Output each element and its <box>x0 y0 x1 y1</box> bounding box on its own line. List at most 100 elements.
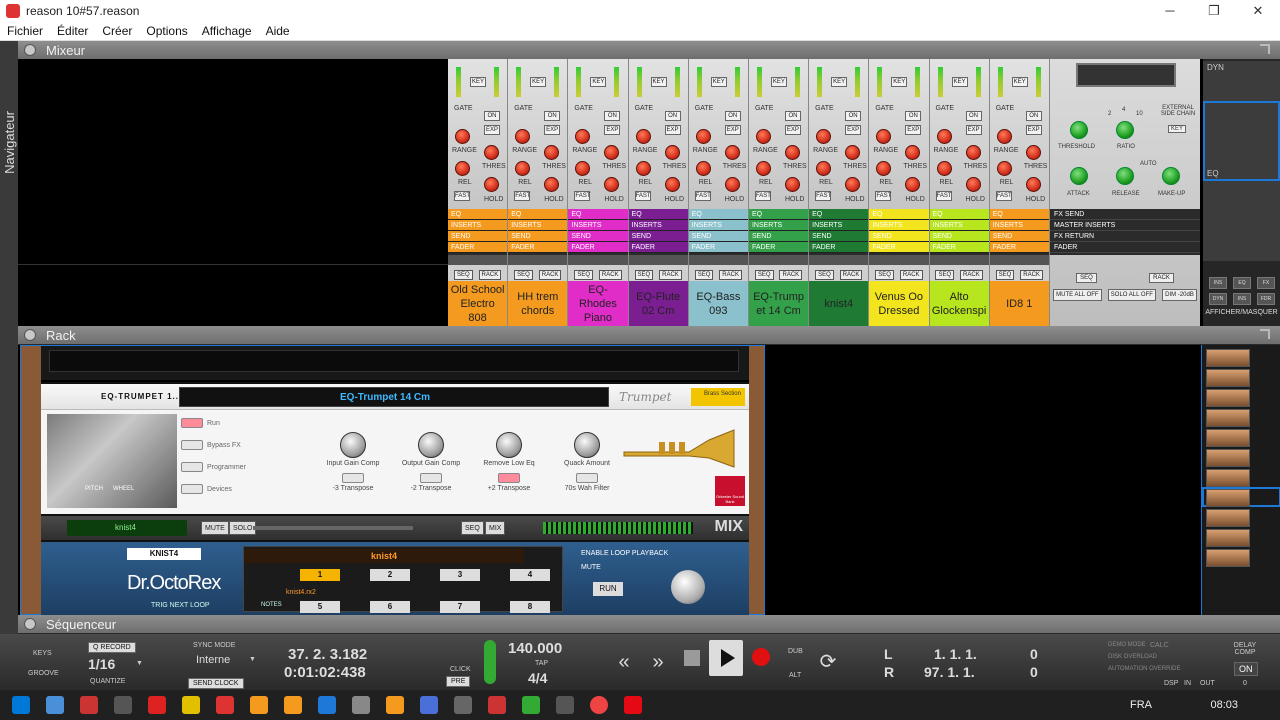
record-button[interactable] <box>752 648 770 666</box>
fader-row[interactable]: FADER <box>688 242 748 253</box>
channel-name-label[interactable]: Old School Electro 808 <box>448 281 508 326</box>
channel-seq-button[interactable]: SEQ <box>995 270 1015 280</box>
eq-row[interactable]: EQ <box>748 209 809 220</box>
range-knob[interactable] <box>635 129 651 144</box>
channel-rack-button[interactable]: RACK <box>478 270 502 280</box>
send-row[interactable]: SEND <box>929 231 989 242</box>
trig-next-loop-label[interactable]: TRIG NEXT LOOP <box>151 602 210 609</box>
inserts-row[interactable]: INSERTS <box>869 220 929 231</box>
mixer-header[interactable]: Mixeur <box>18 41 1280 59</box>
fast-button[interactable]: FAST <box>634 191 651 201</box>
range-knob[interactable] <box>755 129 771 144</box>
loop-slot-7[interactable]: 7 <box>440 601 480 613</box>
hold-knob[interactable] <box>544 177 560 192</box>
threshold-knob[interactable] <box>1070 121 1088 139</box>
macro-input-gain[interactable]: Input Gain Comp -3 Transpose <box>313 432 393 492</box>
gate-exp-button[interactable]: EXP <box>965 125 982 135</box>
send-row[interactable]: SEND <box>568 231 628 242</box>
fast-button[interactable]: FAST <box>454 191 470 201</box>
dim-button[interactable]: DIM -20dB <box>1162 289 1197 301</box>
input-gain-knob[interactable] <box>340 432 366 458</box>
rack-thumbnail[interactable] <box>1206 449 1250 467</box>
fast-button[interactable]: FAST <box>995 191 1012 201</box>
send-row[interactable]: SEND <box>809 231 869 242</box>
thres-knob[interactable] <box>724 145 740 160</box>
loop-slot-5[interactable]: 5 <box>300 601 340 613</box>
hold-knob[interactable] <box>1025 177 1041 192</box>
gate-on-button[interactable]: ON <box>905 111 922 121</box>
channel-seq-button[interactable]: SEQ <box>514 270 533 280</box>
fader-row[interactable]: FADER <box>628 242 688 253</box>
gate-on-button[interactable]: ON <box>784 111 801 121</box>
fader-row[interactable]: FADER <box>869 242 929 253</box>
channel-fader[interactable] <box>929 255 989 265</box>
chrome-icon[interactable] <box>590 696 608 714</box>
rack-thumbnail[interactable] <box>1206 549 1250 567</box>
reason-taskbar-icon[interactable] <box>250 696 268 714</box>
channel-name-label[interactable]: EQ-Bass 093 <box>688 281 748 326</box>
windows-start-icon[interactable] <box>12 696 30 714</box>
macro-quack-amount[interactable]: Quack Amount 70s Wah Filter <box>547 432 627 492</box>
rack-thumbnail[interactable] <box>1206 409 1250 427</box>
master-fader-row[interactable]: FADER <box>1050 242 1200 253</box>
hold-knob[interactable] <box>905 177 921 192</box>
transpose-minus3-button[interactable] <box>342 473 364 483</box>
loop-slot-6[interactable]: 6 <box>370 601 410 613</box>
key-button[interactable]: KEY <box>650 77 667 87</box>
mix-level-fader[interactable] <box>253 526 413 530</box>
fader-row[interactable]: FADER <box>748 242 809 253</box>
ratio-knob[interactable] <box>1116 121 1134 139</box>
gate-on-button[interactable]: ON <box>1025 111 1042 121</box>
mixer-navigator[interactable]: DYN EQ INS EQ FX DYN INS FDR AFFICHER/MA… <box>1203 59 1280 326</box>
inserts-row[interactable]: INSERTS <box>508 220 568 231</box>
octorex-mute[interactable]: MUTE <box>581 564 601 571</box>
octorex-patch-name[interactable]: knist4 <box>244 549 524 563</box>
rack-thumbnail[interactable] <box>1206 529 1250 547</box>
key-button[interactable]: KEY <box>891 77 908 87</box>
rel-knob[interactable] <box>755 161 771 176</box>
gate-exp-button[interactable]: EXP <box>544 125 561 135</box>
thres-knob[interactable] <box>965 145 981 160</box>
click-level-slider[interactable] <box>484 640 496 684</box>
time-signature[interactable]: 4/4 <box>528 670 547 686</box>
master-inserts-row[interactable]: MASTER INSERTS <box>1050 220 1200 231</box>
hold-knob[interactable] <box>604 177 620 192</box>
netflix-icon[interactable] <box>624 696 642 714</box>
macro-output-gain[interactable]: Output Gain Comp -2 Transpose <box>391 432 471 492</box>
inserts-row[interactable]: INSERTS <box>989 220 1049 231</box>
channel-rack-button[interactable]: RACK <box>839 270 863 280</box>
close-button[interactable]: ✕ <box>1236 0 1280 22</box>
thres-knob[interactable] <box>905 145 921 160</box>
channel-name-label[interactable]: EQ-Trump et 14 Cm <box>748 281 809 326</box>
gate-on-button[interactable]: ON <box>724 111 741 121</box>
range-knob[interactable] <box>515 129 531 144</box>
loop-slot-1[interactable]: 1 <box>300 569 340 581</box>
rel-knob[interactable] <box>816 161 832 176</box>
channel-rack-button[interactable]: RACK <box>960 270 983 280</box>
gate-on-button[interactable]: ON <box>664 111 681 121</box>
channel-fader[interactable] <box>568 255 628 265</box>
left-locator-position[interactable]: 1. 1. 1. <box>934 646 977 662</box>
mix-seq-button[interactable]: SEQ <box>461 521 484 535</box>
rack-detach-icon[interactable] <box>1260 329 1270 339</box>
key-button[interactable]: KEY <box>470 77 486 87</box>
song-position[interactable]: 37. 2. 3.182 <box>288 646 367 663</box>
menu-affichage[interactable]: Affichage <box>195 24 259 38</box>
sync-mode-value[interactable]: Interne <box>196 654 230 666</box>
thres-knob[interactable] <box>484 145 499 160</box>
fader-row[interactable]: FADER <box>989 242 1049 253</box>
channel-name-label[interactable]: Venus Oo Dressed <box>869 281 929 326</box>
range-knob[interactable] <box>996 129 1012 144</box>
navigator-panel[interactable]: Navigateur <box>0 41 18 634</box>
mute-all-off-button[interactable]: MUTE ALL OFF <box>1053 289 1102 301</box>
macro-remove-low-eq[interactable]: Remove Low Eq +2 Transpose <box>469 432 549 492</box>
thres-knob[interactable] <box>544 145 560 160</box>
menu-fichier[interactable]: Fichier <box>0 24 50 38</box>
rack-thumbnail[interactable] <box>1206 469 1250 487</box>
send-row[interactable]: SEND <box>869 231 929 242</box>
channel-fader[interactable] <box>508 255 568 265</box>
channel-name-label[interactable]: HH trem chords <box>508 281 568 326</box>
rel-knob[interactable] <box>996 161 1012 176</box>
channel-seq-button[interactable]: SEQ <box>935 270 955 280</box>
rack-thumbnail[interactable] <box>1206 389 1250 407</box>
